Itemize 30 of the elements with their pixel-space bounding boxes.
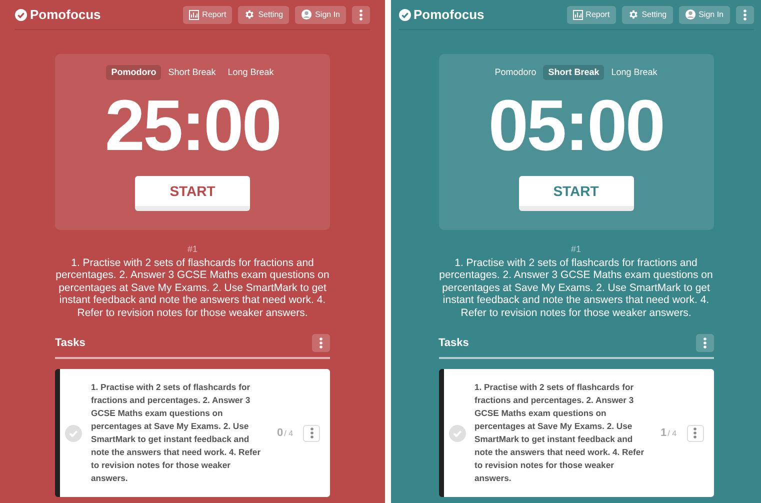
app-logo[interactable]: Pomofocus: [30, 4, 101, 24]
nav-button[interactable]: Sign In: [678, 6, 730, 24]
tasks-heading: Tasks: [438, 336, 469, 351]
task-text: 1. Practise with 2 sets of flashcards for fractions and percentages. 2. Answer 3 GCSE Maths exam questions on percentages at Save My Exams. 2. Use SmartMark to get instant feedback and note the answers that need work. 4. Refer to revision notes for those weaker answers.: [474, 381, 646, 485]
start-button[interactable]: START: [518, 176, 634, 211]
pomodoro-count: 0: [277, 426, 284, 441]
timer-display: 25:00: [104, 86, 280, 166]
mode-tab[interactable]: Pomodoro: [490, 65, 542, 80]
pomodoro-total: / 4: [668, 428, 677, 440]
task-text: 1. Practise with 2 sets of flashcards for fractions and percentages. 2. Answer 3 GCSE Maths exam questions on percentages at Save My Exams. 2. Use SmartMark to get instant feedback and note the answers that need work. 4. Refer to revision notes for those weaker answers.: [91, 381, 262, 485]
timer-display: 05:00: [488, 86, 664, 166]
session-count: #1: [187, 243, 198, 256]
nav-button[interactable]: Setting: [622, 6, 673, 24]
tasks-heading: Tasks: [55, 336, 86, 351]
mode-tab[interactable]: Long Break: [606, 65, 662, 80]
mode-tab[interactable]: Short Break: [163, 65, 221, 80]
current-task-text: 1. Practise with 2 sets of flashcards for fractions and percentages. 2. Answer 3 GCSE Maths exam questions on percentages at Save My Exams. 2. Use SmartMark to get instant feedback and note the answers that need work. 4. Refer to revision notes for those weaker answers.: [438, 256, 714, 319]
mode-tab[interactable]: Short Break: [543, 65, 604, 80]
current-task-text: 1. Practise with 2 sets of flashcards for fractions and percentages. 2. Answer 3 GCSE Maths exam questions on percentages at Save My Exams. 2. Use SmartMark to get instant feedback and note the answers that need work. 4. Refer to revision notes for those weaker answers.: [54, 256, 330, 319]
pomodoro-count: 1: [660, 426, 667, 441]
app-logo[interactable]: Pomofocus: [414, 4, 484, 24]
nav-button[interactable]: Sign In: [295, 6, 346, 24]
nav-button[interactable]: Setting: [238, 6, 290, 24]
mode-tab[interactable]: Pomodoro: [106, 65, 162, 80]
mode-tab[interactable]: Long Break: [222, 65, 279, 80]
pomodoro-total: / 4: [284, 428, 294, 440]
nav-button[interactable]: Report: [183, 6, 232, 24]
nav-button[interactable]: Report: [566, 6, 616, 24]
session-count: #1: [570, 243, 581, 256]
start-button[interactable]: START: [135, 176, 250, 211]
